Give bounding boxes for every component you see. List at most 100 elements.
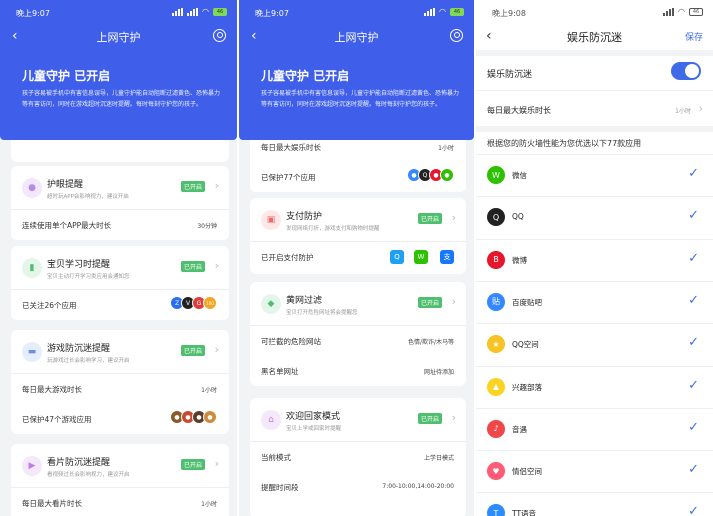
- guard-status-title: 儿童守护 已开启: [22, 69, 111, 83]
- row-value: 7:00-10:00,14:00-20:00: [382, 483, 454, 490]
- row-value: 上学日模式: [423, 455, 454, 462]
- setting-row[interactable]: 可拦截的危险网站 色情/欺诈/木马等: [250, 326, 466, 356]
- status-badge: 已开启: [417, 297, 442, 308]
- app-row[interactable]: T TT语音 ✓: [476, 492, 713, 516]
- signal-icon-2: [187, 7, 199, 16]
- app-icon: Q: [487, 208, 505, 227]
- chevron-right-icon[interactable]: ›: [215, 343, 219, 356]
- entertainment-toggle[interactable]: [671, 62, 701, 80]
- card-title: 游戏防沉迷提醒: [47, 344, 111, 354]
- battery-icon: 46: [450, 7, 464, 16]
- card-porn-filter[interactable]: ◆ 黄网过滤 宝贝打开危险网址将会提醒您 已开启 › 可拦截的危险网站 色情/欺…: [250, 282, 466, 386]
- wifi-icon: ◠: [678, 7, 685, 16]
- row-value: 30分钟: [197, 223, 217, 230]
- game-app-icon: ●: [203, 410, 217, 424]
- row-label: 黑名单网址: [261, 367, 299, 376]
- chevron-right-icon[interactable]: ›: [452, 295, 456, 308]
- card-subtitle: 超时玩APP会影响视力，建议开启: [47, 194, 129, 200]
- app-icon: ♪: [487, 419, 505, 438]
- max-time-value: 1小时: [675, 108, 691, 115]
- card-welcome-home[interactable]: ⌂ 欢迎回家模式 宝贝上学或回家时提醒 已开启 › 当前模式 上学日模式 提醒时…: [250, 398, 466, 516]
- signal-icon: [424, 7, 436, 16]
- check-icon[interactable]: ✓: [688, 293, 699, 308]
- app-row[interactable]: ★ QQ空间 ✓: [476, 323, 713, 365]
- row-label: 可拦截的危险网站: [261, 337, 321, 346]
- app-row[interactable]: W 微信 ✓: [476, 154, 713, 196]
- screen-online-guard-2: 每日最大娱乐时长 1小时 已保护77个应用 ● Q ● ● 晚上9:07 ◠ 4…: [239, 0, 474, 516]
- check-icon[interactable]: ✓: [688, 504, 699, 516]
- row-label: 提醒时间段: [261, 483, 299, 492]
- chevron-right-icon[interactable]: ›: [699, 102, 703, 115]
- signal-icon: [663, 7, 675, 16]
- setting-row[interactable]: 提醒时间段 7:00-10:00,14:00-20:00: [250, 472, 466, 502]
- row-label: 已开启支付防护: [261, 253, 314, 262]
- check-icon[interactable]: ✓: [688, 462, 699, 477]
- play-icon: ▶: [22, 456, 42, 476]
- app-name: 百度贴吧: [512, 297, 542, 307]
- app-name: 微博: [512, 255, 527, 265]
- app-icon: 100: [203, 296, 217, 310]
- check-icon[interactable]: ✓: [688, 208, 699, 223]
- toggle-row[interactable]: 娱乐防沉迷: [476, 53, 713, 91]
- app-row[interactable]: ♥ 情侣空间 ✓: [476, 450, 713, 492]
- wallet-icon: ▣: [261, 210, 281, 230]
- page-title: 上网守护: [334, 31, 379, 44]
- setting-row[interactable]: 已保护47个游戏应用 ● ● ● ●: [11, 404, 229, 434]
- setting-row[interactable]: 每日最大游戏时长 1小时: [11, 374, 229, 404]
- app-name: QQ: [512, 212, 524, 222]
- setting-row[interactable]: 已开启支付防护 Q W 支: [250, 242, 466, 274]
- qq-pay-icon: Q: [390, 250, 404, 264]
- row-label: 每日最大游戏时长: [22, 385, 82, 394]
- app-row[interactable]: ♪ 音遇 ✓: [476, 407, 713, 450]
- check-icon[interactable]: ✓: [688, 166, 699, 181]
- app-row[interactable]: Q QQ ✓: [476, 196, 713, 238]
- max-time-row[interactable]: 每日最大娱乐时长 1小时 ›: [476, 91, 713, 129]
- header-banner: 晚上9:07 ◠ 46 ‹ 上网守护 儿童守护 已开启 孩子容易被手机中有害信息…: [0, 0, 237, 140]
- max-time-label: 每日最大娱乐时长: [487, 106, 551, 115]
- chevron-right-icon[interactable]: ›: [452, 211, 456, 224]
- chevron-right-icon[interactable]: ›: [215, 457, 219, 470]
- status-bar: 晚上9:08 ◠ 46: [476, 0, 713, 24]
- save-button[interactable]: 保存: [685, 30, 703, 43]
- app-icon-group: ● ● ● ●: [170, 410, 217, 424]
- chevron-right-icon[interactable]: ›: [452, 411, 456, 424]
- setting-row[interactable]: 已关注26个应用 Z V G 100: [11, 290, 229, 320]
- row-label: 已关注26个应用: [22, 301, 77, 310]
- user-icon[interactable]: [450, 29, 463, 42]
- check-icon[interactable]: ✓: [688, 378, 699, 393]
- row-label: 每日最大娱乐时长: [261, 143, 321, 152]
- app-row[interactable]: ▲ 兴趣部落 ✓: [476, 365, 713, 408]
- app-row[interactable]: 贴百度贴吧 ✓: [476, 280, 713, 323]
- card-study-reminder[interactable]: ▮ 宝贝学习时提醒 宝贝主动打开学习类应用会通知您 已开启 › 已关注26个应用…: [11, 246, 229, 320]
- card-eye-protection[interactable]: ● 护眼提醒 超时玩APP会影响视力，建议开启 已开启 › 连续使用单个APP最…: [11, 166, 229, 240]
- card-title: 欢迎回家模式: [286, 412, 341, 422]
- guard-description: 孩子容易被手机中有害信息误导，儿童守护能自动阻断过滤黄色、恐怖暴力等有害访问，同…: [22, 90, 221, 108]
- card-subtitle: 发现网络打折，游戏支付和购物时提醒: [286, 226, 380, 232]
- chevron-right-icon[interactable]: ›: [215, 259, 219, 272]
- app-icon: ♥: [487, 462, 505, 481]
- setting-row[interactable]: 黑名单网址 网址待添加: [250, 356, 466, 386]
- divider: [476, 126, 713, 132]
- battery-icon: 46: [213, 7, 227, 16]
- setting-row[interactable]: 当前模式 上学日模式: [250, 442, 466, 472]
- card-peek: [11, 140, 229, 162]
- setting-row[interactable]: 连续使用单个APP最大时长 30分钟: [11, 210, 229, 240]
- page-title: 娱乐防沉迷: [567, 31, 622, 44]
- app-row[interactable]: B 微博 ✓: [476, 238, 713, 281]
- card-subtitle: 看视频过长会影响视力，建议开启: [47, 472, 130, 478]
- setting-row[interactable]: 每日最大看片时长 1小时: [11, 488, 229, 516]
- chevron-right-icon[interactable]: ›: [215, 179, 219, 192]
- card-payment-protection[interactable]: ▣ 支付防护 发现网络打折，游戏支付和购物时提醒 已开启 › 已开启支付防护 Q…: [250, 198, 466, 274]
- app-name: TT语音: [512, 509, 537, 516]
- check-icon[interactable]: ✓: [688, 251, 699, 266]
- setting-row[interactable]: 已保护77个应用 ● Q ● ●: [250, 162, 466, 192]
- user-icon[interactable]: [213, 29, 226, 42]
- eye-icon: ●: [22, 178, 42, 198]
- app-icon: W: [487, 166, 505, 184]
- app-name: QQ空间: [512, 340, 539, 350]
- check-icon[interactable]: ✓: [688, 420, 699, 435]
- card-game-addiction[interactable]: ▬ 游戏防沉迷提醒 玩游戏过长会影响学习，建议开启 已开启 › 每日最大游戏时长…: [11, 330, 229, 434]
- card-subtitle: 宝贝主动打开学习类应用会通知您: [47, 274, 130, 280]
- card-video-addiction[interactable]: ▶ 看片防沉迷提醒 看视频过长会影响视力，建议开启 已开启 › 每日最大看片时长…: [11, 444, 229, 516]
- check-icon[interactable]: ✓: [688, 335, 699, 350]
